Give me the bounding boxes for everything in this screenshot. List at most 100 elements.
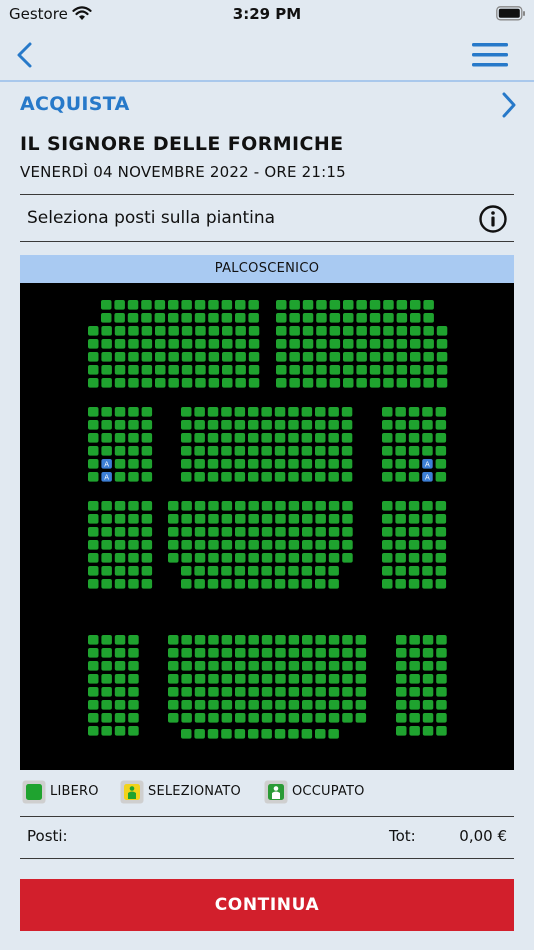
- seat[interactable]: [88, 713, 99, 723]
- seat[interactable]: [195, 326, 206, 336]
- seat[interactable]: [235, 501, 246, 511]
- seat[interactable]: [422, 579, 433, 589]
- seat[interactable]: [101, 420, 112, 430]
- seat[interactable]: [88, 326, 99, 336]
- seat[interactable]: [422, 527, 433, 537]
- seat[interactable]: [195, 352, 206, 362]
- seat[interactable]: [383, 300, 394, 310]
- seat[interactable]: [235, 700, 246, 710]
- seat[interactable]: [101, 527, 112, 537]
- seat[interactable]: [315, 566, 326, 576]
- seat[interactable]: [235, 352, 246, 362]
- seat[interactable]: [221, 514, 233, 524]
- seat[interactable]: [275, 501, 286, 511]
- seat[interactable]: [316, 339, 327, 349]
- seat[interactable]: [168, 713, 179, 723]
- seat[interactable]: [101, 514, 112, 524]
- seat[interactable]: [248, 365, 260, 375]
- seat[interactable]: [409, 713, 420, 723]
- seat[interactable]: [194, 566, 205, 576]
- seat[interactable]: [88, 339, 99, 349]
- seat[interactable]: [410, 313, 421, 323]
- seat[interactable]: [274, 579, 286, 589]
- seat[interactable]: [128, 365, 139, 375]
- seat[interactable]: [168, 648, 179, 658]
- seat[interactable]: [128, 661, 139, 671]
- seat[interactable]: [235, 687, 246, 697]
- seat[interactable]: [289, 326, 300, 336]
- seat[interactable]: [207, 446, 219, 456]
- seat[interactable]: [181, 687, 192, 697]
- seat[interactable]: [383, 339, 394, 349]
- seat[interactable]: [222, 365, 233, 375]
- seat[interactable]: [422, 501, 433, 511]
- seat[interactable]: [195, 378, 206, 388]
- seat[interactable]: [301, 407, 313, 417]
- seat[interactable]: [248, 300, 259, 310]
- seat[interactable]: [395, 553, 406, 563]
- seat[interactable]: [181, 313, 192, 323]
- seat[interactable]: [181, 446, 192, 456]
- seat[interactable]: [128, 579, 139, 589]
- seat[interactable]: [302, 540, 313, 550]
- seat[interactable]: [222, 352, 233, 362]
- seat[interactable]: [301, 579, 313, 589]
- seat[interactable]: [181, 713, 192, 723]
- seat[interactable]: [383, 378, 394, 388]
- seat[interactable]: [88, 407, 99, 417]
- seat[interactable]: [208, 648, 219, 658]
- seat[interactable]: [114, 326, 126, 336]
- seat[interactable]: [328, 687, 340, 697]
- seat[interactable]: [328, 407, 339, 417]
- seat[interactable]: [315, 446, 326, 456]
- seat[interactable]: [288, 579, 299, 589]
- seat[interactable]: [128, 326, 139, 336]
- seat[interactable]: [423, 313, 434, 323]
- seat[interactable]: [221, 713, 233, 723]
- seat[interactable]: [114, 433, 126, 443]
- seat[interactable]: [141, 527, 153, 537]
- seat[interactable]: [382, 579, 393, 589]
- seat[interactable]: [194, 540, 206, 550]
- seat[interactable]: [383, 365, 394, 375]
- seat[interactable]: [436, 700, 447, 710]
- seat[interactable]: [343, 339, 354, 349]
- seat[interactable]: [410, 365, 421, 375]
- seat[interactable]: [141, 300, 152, 310]
- seat[interactable]: [221, 472, 232, 482]
- seat[interactable]: [101, 446, 112, 456]
- seat[interactable]: [101, 339, 112, 349]
- seat[interactable]: [235, 553, 246, 563]
- seat[interactable]: [410, 326, 421, 336]
- seat[interactable]: [194, 527, 206, 537]
- seat[interactable]: [221, 674, 233, 684]
- seat[interactable]: [221, 635, 233, 645]
- seat[interactable]: [168, 313, 179, 323]
- seat[interactable]: [410, 378, 421, 388]
- seat[interactable]: [302, 674, 313, 684]
- seat[interactable]: [235, 527, 246, 537]
- seat[interactable]: [168, 687, 179, 697]
- seat[interactable]: [435, 527, 447, 537]
- seat[interactable]: [288, 420, 299, 430]
- seat[interactable]: [248, 407, 259, 417]
- seat[interactable]: [408, 472, 420, 482]
- seat[interactable]: [423, 300, 434, 310]
- seat[interactable]: [275, 553, 286, 563]
- seat[interactable]: [101, 700, 112, 710]
- seat[interactable]: [396, 313, 408, 323]
- seat[interactable]: [88, 566, 99, 576]
- seat[interactable]: [341, 472, 353, 482]
- seat[interactable]: [369, 326, 381, 336]
- seat[interactable]: [435, 566, 447, 576]
- seat[interactable]: [128, 726, 139, 736]
- seat[interactable]: [101, 326, 112, 336]
- seat[interactable]: [435, 433, 447, 443]
- seat[interactable]: [328, 540, 340, 550]
- seat[interactable]: [114, 566, 126, 576]
- seat[interactable]: [154, 313, 166, 323]
- seat[interactable]: [208, 674, 219, 684]
- seat[interactable]: [435, 501, 447, 511]
- seat[interactable]: [356, 300, 367, 310]
- seat[interactable]: [208, 635, 219, 645]
